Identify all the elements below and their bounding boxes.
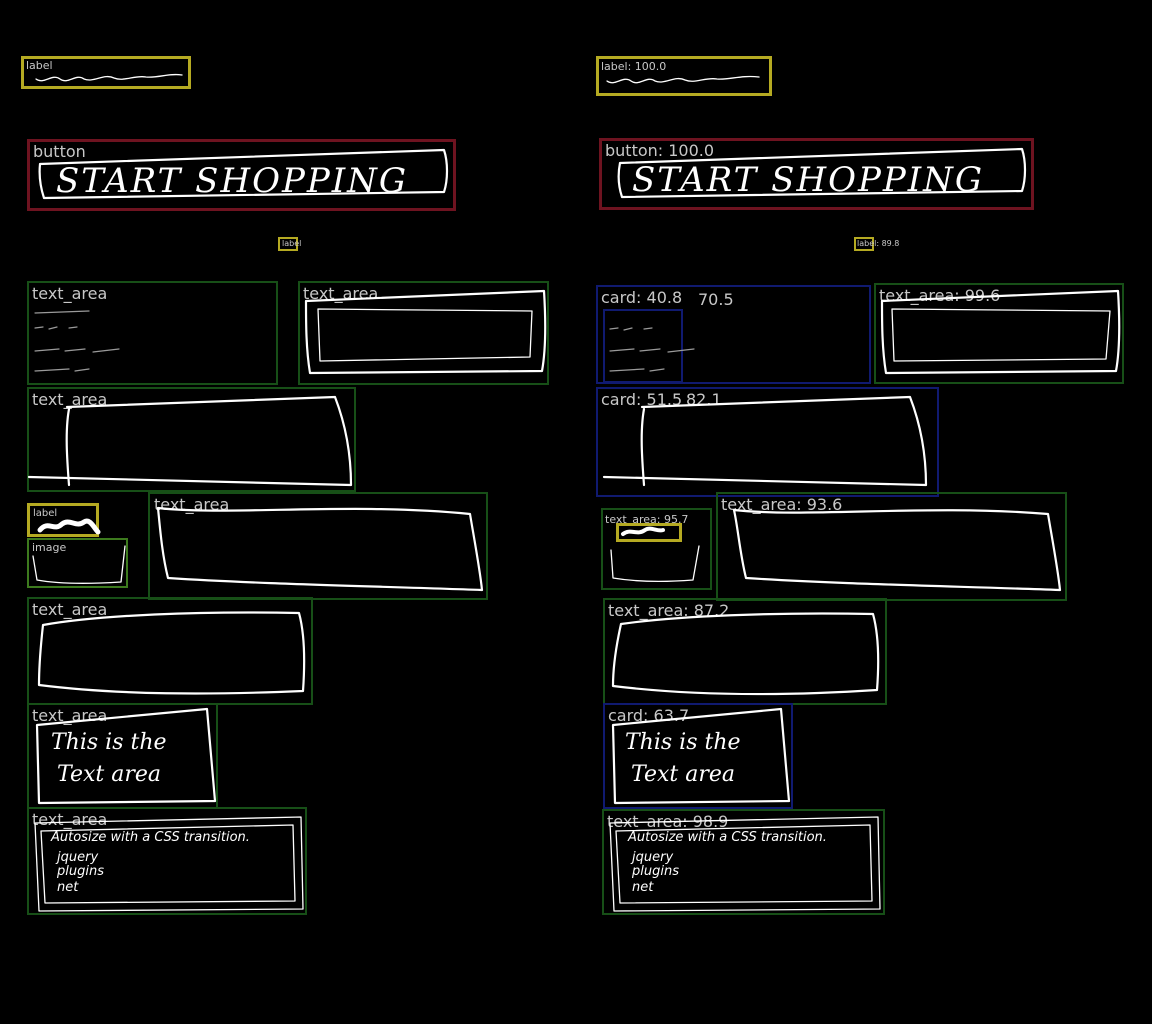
handwritten-line-1: This is the <box>625 730 741 755</box>
text-area-box-6: text_area This is the Text area <box>27 703 218 809</box>
handwritten-line-3: plugins <box>56 864 104 879</box>
handwritten-textbox-sketch: This is the Text area <box>35 707 217 805</box>
text-area-box-7: text_area Autosize with a CSS transition… <box>27 807 307 915</box>
textbox-sketch <box>156 506 484 592</box>
text-area-box-4: text_area <box>148 492 488 600</box>
label-tag-small: label: 89.8 <box>857 239 900 248</box>
card-box-1: card: 40.8 70.5 <box>596 285 871 384</box>
textbox-sketch <box>602 395 928 487</box>
text-area-box-3: text_area <box>27 387 356 492</box>
text-area-box-2: text_area: 93.6 <box>716 492 1067 601</box>
image-box: image <box>27 538 128 588</box>
scribble-image-sketch <box>610 526 700 582</box>
button-sketch: START SHOPPING <box>38 148 449 201</box>
text-area-box-1: text_area: 99.6 <box>874 283 1124 384</box>
card-box-2: card: 51.5 82.1 <box>596 387 939 497</box>
label-box-small: label <box>278 237 302 251</box>
svg-text:START SHOPPING: START SHOPPING <box>56 161 408 201</box>
svg-text:START SHOPPING: START SHOPPING <box>632 160 984 200</box>
handwritten-line-1: This is the <box>51 730 167 755</box>
text-area-box-1: text_area <box>27 281 278 385</box>
handwritten-textbox-sketch: Autosize with a CSS transition. jquery p… <box>609 816 881 912</box>
text-area-box-4: text_area: 98.9 Autosize with a CSS tran… <box>602 809 885 915</box>
handwritten-textbox-sketch: Autosize with a CSS transition. jquery p… <box>34 816 304 912</box>
handwritten-line-1: Autosize with a CSS transition. <box>627 830 827 845</box>
text-area-box-3: text_area: 87.2 <box>603 598 887 705</box>
handwritten-line-4: net <box>632 880 654 895</box>
label-box-top: label: 100.0 <box>596 56 772 96</box>
textbox-sketch <box>880 289 1121 375</box>
squiggle-sketch <box>35 73 183 82</box>
faint-text-sketch <box>34 310 120 372</box>
label-box-mid: label <box>27 503 101 537</box>
textbox-sketch <box>732 508 1062 592</box>
handwritten-line-2: jquery <box>630 850 673 865</box>
scribble-sketch <box>37 518 101 535</box>
label-box-top: label <box>21 56 191 89</box>
text-area-box-small: text_area: 95.7 <box>601 508 712 590</box>
card-box-3: card: 63.7 This is the Text area <box>603 703 793 809</box>
handwritten-line-3: plugins <box>631 864 679 879</box>
handwritten-line-4: net <box>57 880 79 895</box>
button-sketch: START SHOPPING <box>617 147 1027 200</box>
left-annotation-panel: label button START SHOPPING label text_a… <box>0 0 576 1024</box>
text-area-box-5: text_area <box>27 597 313 705</box>
textbox-sketch <box>611 612 880 696</box>
squiggle-sketch <box>606 75 760 84</box>
handwritten-line-2: jquery <box>55 850 98 865</box>
right-annotation-panel: label: 100.0 button: 100.0 START SHOPPIN… <box>576 0 1152 1024</box>
label-tag-small: label <box>282 239 302 248</box>
text-area-box-2: text_area <box>298 281 549 385</box>
button-box: button: 100.0 START SHOPPING <box>599 138 1034 210</box>
image-sketch <box>32 545 126 584</box>
handwritten-textbox-sketch: This is the Text area <box>611 707 791 805</box>
button-box: button START SHOPPING <box>27 139 456 211</box>
textbox-sketch <box>27 395 353 487</box>
handwritten-line-1: Autosize with a CSS transition. <box>50 830 250 845</box>
handwritten-line-2: Text area <box>631 762 735 787</box>
faint-text-sketch <box>609 327 695 372</box>
textbox-sketch <box>37 611 306 695</box>
handwritten-line-2: Text area <box>57 762 161 787</box>
textbox-sketch <box>304 289 547 375</box>
